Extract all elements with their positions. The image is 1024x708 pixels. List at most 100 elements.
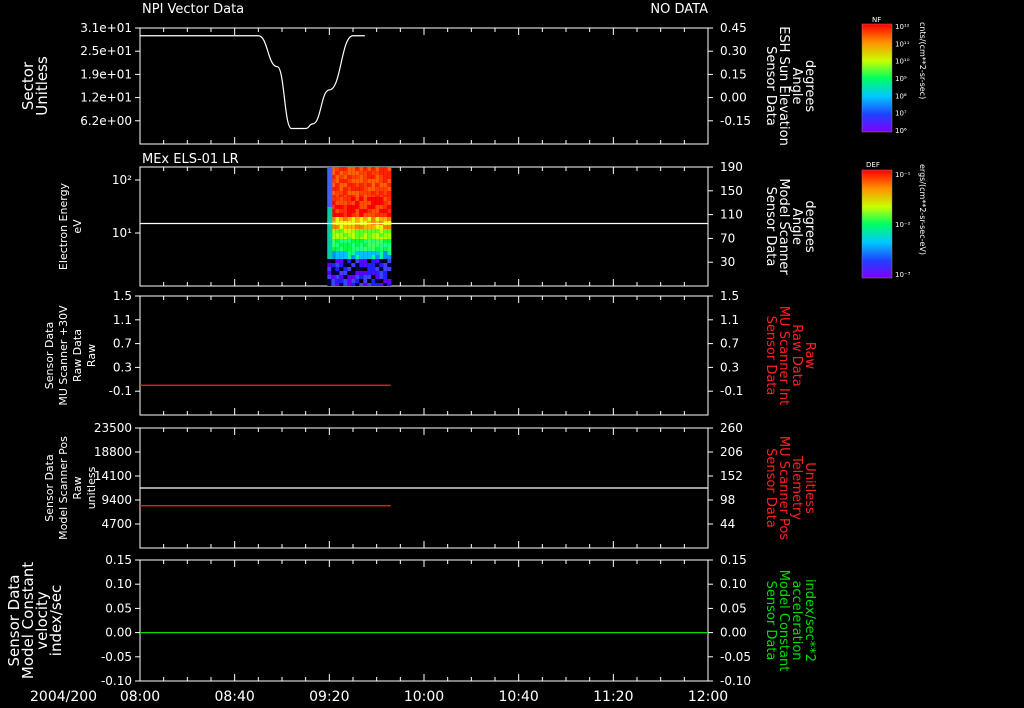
spectrogram-cell [347, 205, 352, 209]
spectrogram-cell [335, 201, 340, 205]
spectrogram-cell [383, 191, 388, 195]
spectrogram-cell [375, 167, 380, 171]
spectrogram-cell [355, 195, 360, 197]
y-tick-label: -0.10 [101, 674, 132, 688]
spectrogram-cell [339, 195, 344, 197]
spectrogram-cell [383, 187, 388, 191]
spectrogram-cell [327, 207, 333, 211]
panel-frame [139, 166, 709, 287]
spectrogram-cell [387, 251, 392, 255]
spectrogram-cell [387, 179, 392, 183]
spectrogram-cell [371, 255, 376, 259]
spectrogram-cell [351, 267, 356, 271]
spectrogram-cell [367, 239, 372, 243]
spectrogram-cell [383, 255, 388, 259]
spectrogram-cell [387, 171, 392, 175]
spectrogram-cell [367, 283, 372, 286]
spectrogram-cell [371, 263, 376, 267]
spectrogram-cell [339, 197, 344, 201]
spectrogram-cell [379, 205, 384, 209]
spectrogram-cell [375, 251, 380, 255]
spectrogram-cell [355, 197, 360, 201]
spectrogram-cell [355, 175, 360, 179]
spectrogram-cell [387, 183, 392, 187]
panel-frame [139, 27, 709, 145]
panel-5: 0.15 0.10 0.05 0.00 -0.05 -0.10 0.15 0.10 0.05 0.… [5, 553, 817, 688]
spectrogram-cell [375, 195, 380, 197]
spectrogram-cell [335, 251, 340, 255]
y2-axis-label: Sensor DataMU Scanner IntRaw DataRaw [763, 306, 817, 405]
spectrogram-cell [371, 217, 376, 221]
spectrogram-cell [327, 195, 333, 199]
spectrogram-cell [351, 187, 356, 191]
spectrogram-cell [363, 171, 368, 175]
y2-tick-label: 152 [720, 469, 743, 483]
spectrogram-cell [343, 259, 348, 263]
spectrogram-cell [347, 247, 352, 251]
time-series-plot: NPI Vector Data NO DATA 3.1e+01 2.5e+01 1.… [5, 2, 927, 705]
spectrogram-cell [335, 195, 340, 197]
time-axis: 08:00 08:40 09:20 10:00 10:40 11:20 12:00 [120, 689, 728, 705]
spectrogram-cell [363, 167, 368, 171]
y-tick-label: 0.7 [113, 337, 132, 351]
spectrogram-cell [375, 279, 380, 283]
spectrogram-cell [355, 251, 360, 255]
spectrogram-cell [335, 217, 340, 221]
spectrogram-cell [355, 179, 360, 183]
spectrogram-cell [359, 191, 364, 195]
spectrogram-cell [335, 233, 340, 237]
spectrogram-cell [331, 267, 336, 271]
spectrogram-cell [343, 195, 348, 197]
y2-tick-label: 1.5 [720, 289, 739, 303]
spectrogram-cell [355, 279, 360, 283]
y-label-line: unitless [85, 466, 98, 509]
time-tick-label: 11:20 [593, 689, 633, 705]
spectrogram-cell [363, 213, 368, 217]
panel-1: 3.1e+01 2.5e+01 1.9e+01 1.2e+01 6.2e+00 0.45 0… [19, 21, 817, 146]
y2-tick-label: 44 [720, 517, 735, 531]
y2-axis-label: Sensor DataESH Sun ElevationAngledegrees [763, 26, 817, 146]
spectrogram-cell [363, 237, 368, 239]
spectrogram-cell [371, 237, 376, 239]
spectrogram-cell [379, 171, 384, 175]
y-tick-label: 1.5 [113, 289, 132, 303]
spectrogram-cell [347, 225, 352, 229]
spectrogram-cell [359, 237, 364, 239]
spectrogram-cell [371, 183, 376, 187]
spectrogram-cell [379, 251, 384, 255]
spectrogram-cell [375, 255, 380, 259]
spectrogram-cell [375, 171, 380, 175]
spectrogram-cell [339, 171, 344, 175]
spectrogram-cell [371, 267, 376, 271]
spectrogram-cell [339, 217, 344, 221]
spectrogram-cell [351, 167, 356, 171]
spectrogram-cell [375, 237, 380, 239]
spectrogram-cell [371, 225, 376, 229]
y2-tick-label: -0.15 [720, 114, 751, 128]
spectrogram-cell [375, 243, 380, 247]
spectrogram-cell [375, 205, 380, 209]
y2-label-line: Angle [789, 208, 804, 245]
spectrogram-cell [339, 275, 344, 279]
spectrogram-cell [343, 247, 348, 251]
spectrogram-cell [383, 175, 388, 179]
spectrogram-cell [367, 213, 372, 217]
spectrogram-cell [379, 237, 384, 239]
spectrogram-cell [355, 217, 360, 221]
spectrogram-cell [347, 243, 352, 247]
spectrogram-cell [367, 175, 372, 179]
spectrogram-cell [379, 233, 384, 237]
spectrogram-cell [335, 213, 340, 217]
spectrogram-cell [363, 251, 368, 255]
spectrogram-cell [375, 213, 380, 217]
spectrogram-cell [351, 271, 356, 275]
spectrogram-cell [355, 191, 360, 195]
spectrogram-cell [343, 217, 348, 221]
spectrogram-cell [327, 211, 333, 215]
spectrogram-cell [351, 201, 356, 205]
spectrogram-cell [343, 283, 348, 286]
spectrogram-cell [339, 205, 344, 209]
spectrogram-cell [383, 209, 388, 213]
spectrogram-cell [379, 259, 384, 263]
spectrogram-cell [367, 229, 372, 233]
